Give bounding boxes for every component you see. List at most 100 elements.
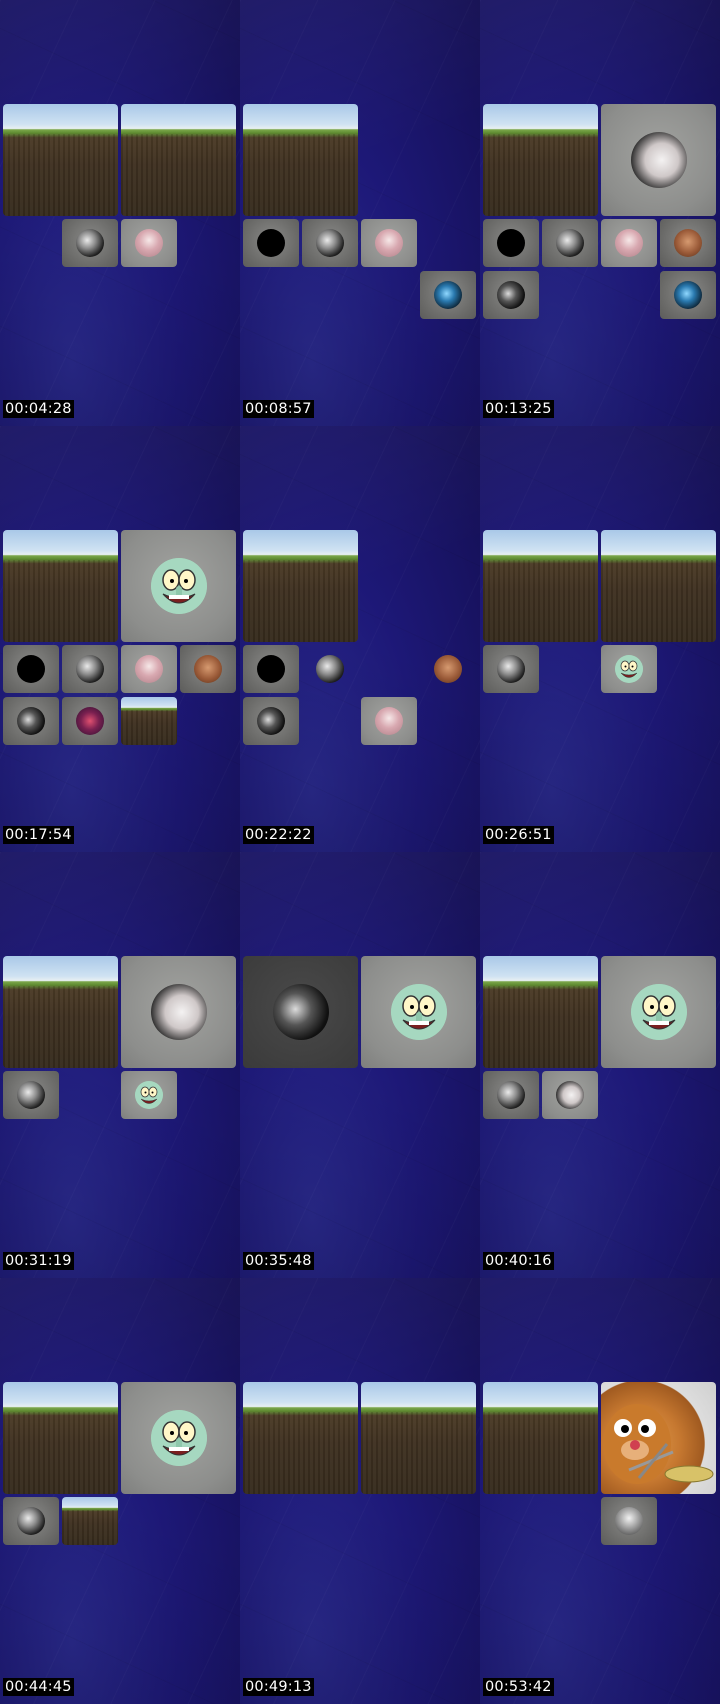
timestamp: 00:31:19 — [3, 1252, 74, 1270]
video-tile[interactable] — [121, 530, 236, 642]
frame-cell-4: 00:17:54 — [0, 426, 240, 852]
avatar — [257, 707, 285, 735]
frame-cell-3: 00:13:25 — [480, 0, 720, 426]
frame-cell-7: 00:31:19 — [0, 852, 240, 1278]
avatar — [76, 707, 104, 735]
avatar — [150, 558, 207, 614]
frame-cell-10: 00:44:45 — [0, 1278, 240, 1704]
timestamp: 00:53:42 — [483, 1678, 554, 1696]
video-tile[interactable] — [243, 956, 358, 1068]
participant-tile[interactable] — [62, 645, 118, 693]
participant-tile[interactable] — [121, 645, 177, 693]
timestamp: 00:13:25 — [483, 400, 554, 418]
video-tile[interactable] — [121, 956, 236, 1068]
avatar — [497, 1081, 525, 1109]
video-tile[interactable] — [3, 956, 118, 1068]
video-tile[interactable] — [121, 104, 236, 216]
avatar — [497, 229, 525, 257]
avatar — [556, 1081, 584, 1109]
participant-tile[interactable] — [361, 219, 417, 267]
participant-tile[interactable] — [302, 219, 358, 267]
participant-tile[interactable] — [483, 645, 539, 693]
participant-tile[interactable] — [243, 645, 299, 693]
video-tile[interactable] — [3, 1382, 118, 1494]
video-tile[interactable] — [601, 530, 716, 642]
video-tile[interactable] — [483, 530, 598, 642]
avatar — [257, 655, 285, 683]
avatar — [76, 229, 104, 257]
avatar — [316, 229, 344, 257]
avatar — [272, 984, 329, 1040]
participant-tile[interactable] — [660, 271, 716, 319]
participant-tile[interactable] — [542, 219, 598, 267]
video-tile[interactable] — [361, 1382, 476, 1494]
participant-tile[interactable] — [601, 219, 657, 267]
video-tile[interactable] — [601, 1382, 716, 1494]
timestamp: 00:49:13 — [243, 1678, 314, 1696]
timestamp: 00:26:51 — [483, 826, 554, 844]
participant-tile[interactable] — [542, 1071, 598, 1119]
video-tile[interactable] — [483, 1382, 598, 1494]
video-tile[interactable] — [3, 530, 118, 642]
participant-tile[interactable] — [121, 219, 177, 267]
participant-tile[interactable] — [243, 219, 299, 267]
participant-tile[interactable] — [62, 219, 118, 267]
participant-tile[interactable] — [3, 697, 59, 745]
frame-cell-12: 00:53:42 — [480, 1278, 720, 1704]
avatar — [615, 1507, 643, 1535]
participant-tile[interactable] — [660, 219, 716, 267]
video-tile[interactable] — [601, 104, 716, 216]
participant-tile[interactable] — [601, 645, 657, 693]
participant-tile[interactable] — [361, 697, 417, 745]
timestamp: 00:08:57 — [243, 400, 314, 418]
participant-tile[interactable] — [483, 1071, 539, 1119]
frame-cell-6: 00:26:51 — [480, 426, 720, 852]
video-tile[interactable] — [361, 956, 476, 1068]
avatar — [434, 281, 462, 309]
avatar — [76, 655, 104, 683]
participant-tile[interactable] — [483, 219, 539, 267]
participant-tile[interactable] — [420, 645, 476, 693]
avatar — [150, 1410, 207, 1466]
avatar — [630, 984, 687, 1040]
avatar — [674, 281, 702, 309]
video-tile[interactable] — [121, 697, 177, 745]
avatar — [135, 229, 163, 257]
bear-drummer-icon — [603, 1404, 714, 1484]
timestamp: 00:04:28 — [3, 400, 74, 418]
participant-tile[interactable] — [3, 645, 59, 693]
avatar — [17, 707, 45, 735]
video-tile[interactable] — [243, 1382, 358, 1494]
video-tile[interactable] — [62, 1497, 118, 1545]
video-tile[interactable] — [243, 530, 358, 642]
timestamp: 00:17:54 — [3, 826, 74, 844]
participant-tile[interactable] — [243, 697, 299, 745]
participant-tile[interactable] — [180, 645, 236, 693]
avatar — [150, 984, 207, 1040]
participant-tile[interactable] — [62, 697, 118, 745]
video-tile[interactable] — [483, 956, 598, 1068]
participant-tile[interactable] — [3, 1071, 59, 1119]
avatar — [375, 229, 403, 257]
video-tile[interactable] — [243, 104, 358, 216]
avatar — [135, 1081, 163, 1109]
participant-tile[interactable] — [121, 1071, 177, 1119]
participant-tile[interactable] — [483, 271, 539, 319]
video-tile[interactable] — [121, 1382, 236, 1494]
timestamp: 00:44:45 — [3, 1678, 74, 1696]
video-tile[interactable] — [483, 104, 598, 216]
avatar — [434, 655, 462, 683]
avatar — [194, 655, 222, 683]
video-tile[interactable] — [601, 956, 716, 1068]
video-tile[interactable] — [3, 104, 118, 216]
avatar — [556, 229, 584, 257]
timestamp: 00:40:16 — [483, 1252, 554, 1270]
frame-cell-11: 00:49:13 — [240, 1278, 480, 1704]
timestamp: 00:35:48 — [243, 1252, 314, 1270]
participant-tile[interactable] — [3, 1497, 59, 1545]
frame-cell-1: 00:04:28 — [0, 0, 240, 426]
participant-tile[interactable] — [420, 271, 476, 319]
avatar — [497, 655, 525, 683]
participant-tile[interactable] — [601, 1497, 657, 1545]
participant-tile[interactable] — [302, 645, 358, 693]
